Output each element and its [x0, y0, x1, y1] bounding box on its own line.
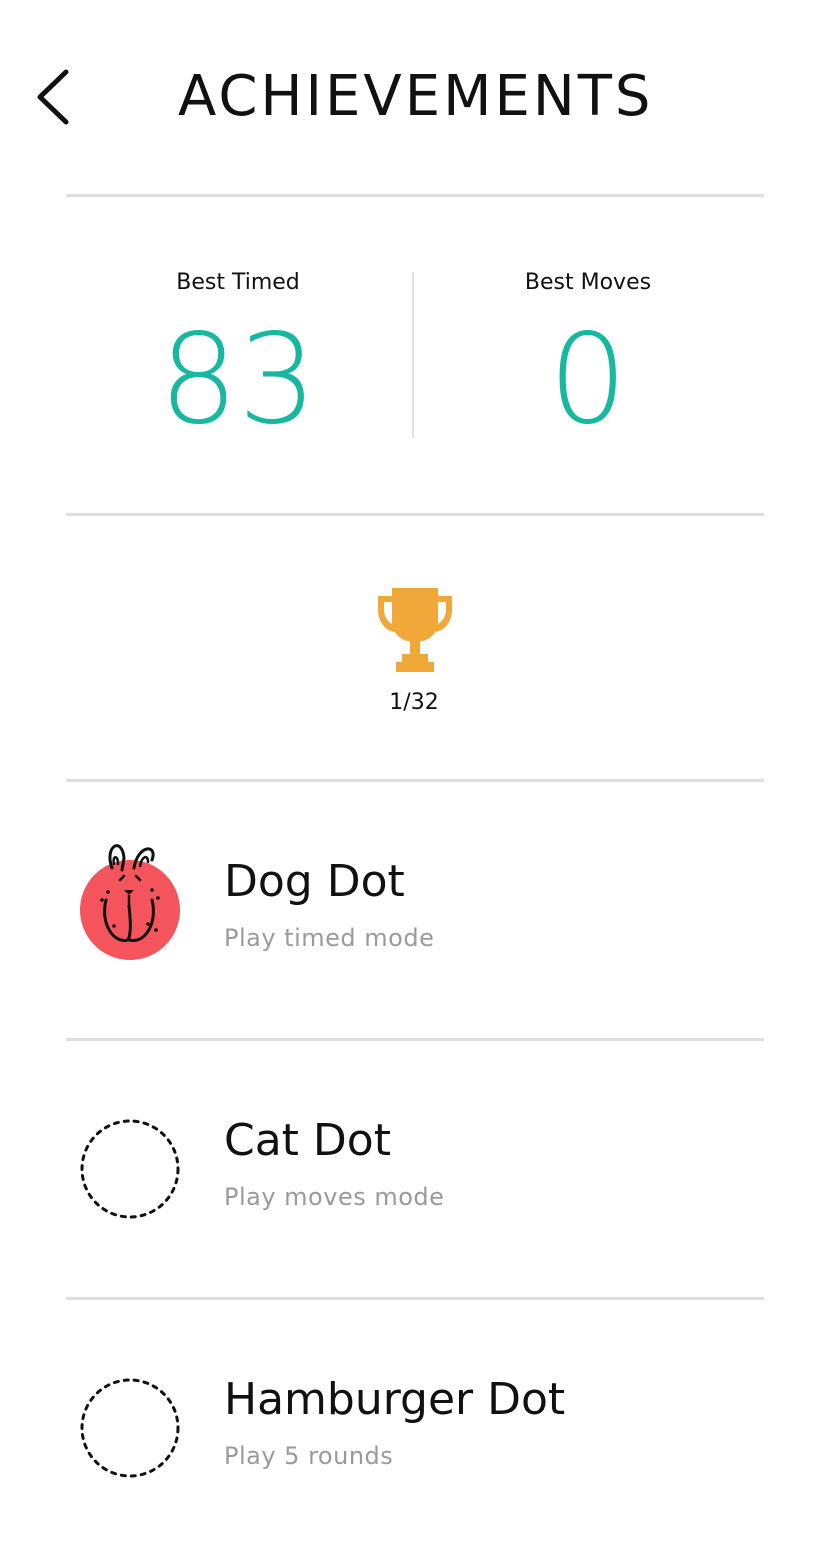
back-button[interactable]: [28, 62, 84, 132]
achievement-item[interactable]: Cat Dot Play moves mode: [0, 1041, 828, 1297]
best-timed-value: 83: [159, 308, 317, 452]
divider: [66, 513, 764, 516]
achievement-item[interactable]: Hamburger Dot Play 5 rounds: [0, 1300, 828, 1556]
best-moves-label: Best Moves: [524, 270, 652, 295]
achievement-name: Hamburger Dot: [224, 1374, 566, 1425]
page-title: ACHIEVEMENTS: [178, 64, 654, 129]
dog-dot-icon: [78, 836, 182, 966]
header: ACHIEVEMENTS: [0, 0, 828, 196]
divider: [66, 194, 764, 197]
trophy-icon: [374, 588, 456, 674]
achievement-item[interactable]: Dog Dot Play timed mode: [0, 782, 828, 1038]
locked-dot-icon: [78, 1117, 182, 1221]
stats-separator: [412, 272, 414, 438]
achievement-description: Play 5 rounds: [224, 1442, 394, 1470]
achievement-name: Dog Dot: [224, 856, 405, 907]
achievement-progress: 1/32: [389, 690, 439, 715]
best-timed-stat: Best Timed 83: [98, 268, 378, 450]
best-moves-stat: Best Moves 0: [448, 268, 728, 450]
achievement-description: Play timed mode: [224, 924, 435, 952]
best-moves-value: 0: [548, 308, 628, 452]
achievement-description: Play moves mode: [224, 1183, 445, 1211]
best-timed-label: Best Timed: [176, 270, 300, 295]
achievement-name: Cat Dot: [224, 1115, 391, 1166]
locked-dot-icon: [78, 1376, 182, 1480]
chevron-left-icon: [37, 69, 69, 125]
